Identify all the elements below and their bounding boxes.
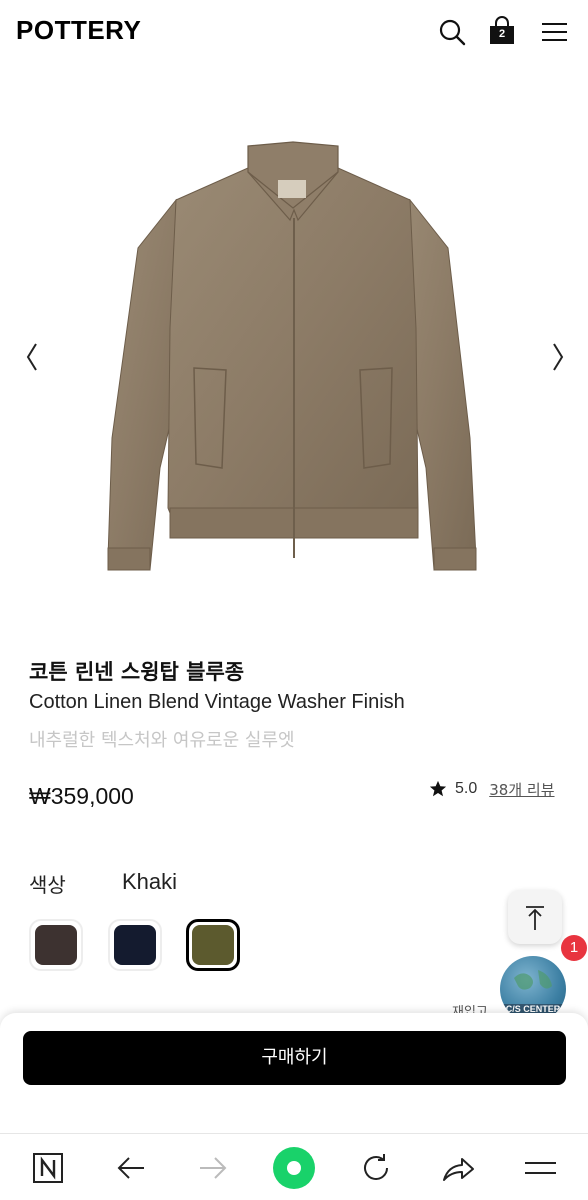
back-arrow-icon[interactable]: [111, 1148, 151, 1188]
notification-badge: 1: [561, 935, 587, 961]
swatch-fill: [192, 925, 234, 965]
color-option-label: 색상: [29, 873, 66, 897]
naver-home-icon[interactable]: [28, 1148, 68, 1188]
share-icon[interactable]: [438, 1148, 478, 1188]
rating-score: 5.0: [455, 780, 478, 797]
swatch-fill: [35, 925, 77, 965]
purchase-bottom-sheet: 구매하기: [0, 1013, 588, 1133]
carousel-prev-arrow-icon[interactable]: [22, 340, 42, 374]
header: POTTERY 2: [0, 0, 588, 64]
forward-arrow-icon[interactable]: [193, 1148, 233, 1188]
star-icon: [429, 780, 447, 797]
search-icon[interactable]: [437, 16, 467, 48]
color-swatch-brown[interactable]: [29, 919, 83, 971]
product-image-carousel[interactable]: [0, 64, 588, 624]
cart-count-badge: 2: [498, 28, 506, 40]
selected-color-value: Khaki: [122, 869, 178, 894]
buy-button[interactable]: 구매하기: [23, 1031, 566, 1085]
shopping-bag-icon[interactable]: 2: [487, 16, 517, 48]
menu-icon[interactable]: [520, 1148, 560, 1188]
green-dot-icon[interactable]: [272, 1146, 316, 1190]
browser-nav-bar: [0, 1133, 588, 1200]
color-swatch-navy[interactable]: [108, 919, 162, 971]
carousel-next-arrow-icon[interactable]: [548, 340, 568, 374]
refresh-icon[interactable]: [356, 1148, 396, 1188]
site-logo[interactable]: POTTERY: [16, 15, 141, 46]
scroll-to-top-button[interactable]: [508, 890, 562, 944]
swatch-fill: [114, 925, 156, 965]
rating-summary: 5.0 38개 리뷰: [429, 778, 555, 800]
arrow-up-icon: [526, 906, 544, 930]
reviews-link[interactable]: 38개 리뷰: [489, 779, 554, 800]
product-price: ₩359,000: [29, 783, 134, 809]
product-image-jacket: [107, 141, 477, 571]
product-name-english: Cotton Linen Blend Vintage Washer Finish: [29, 691, 405, 713]
product-subtitle: 내추럴한 텍스처와 여유로운 실루엣: [29, 730, 295, 751]
product-name-korean: 코튼 린넨 스윙탑 블루종: [29, 660, 245, 684]
hamburger-menu-icon[interactable]: [540, 16, 570, 48]
color-swatch-khaki[interactable]: [186, 919, 240, 971]
